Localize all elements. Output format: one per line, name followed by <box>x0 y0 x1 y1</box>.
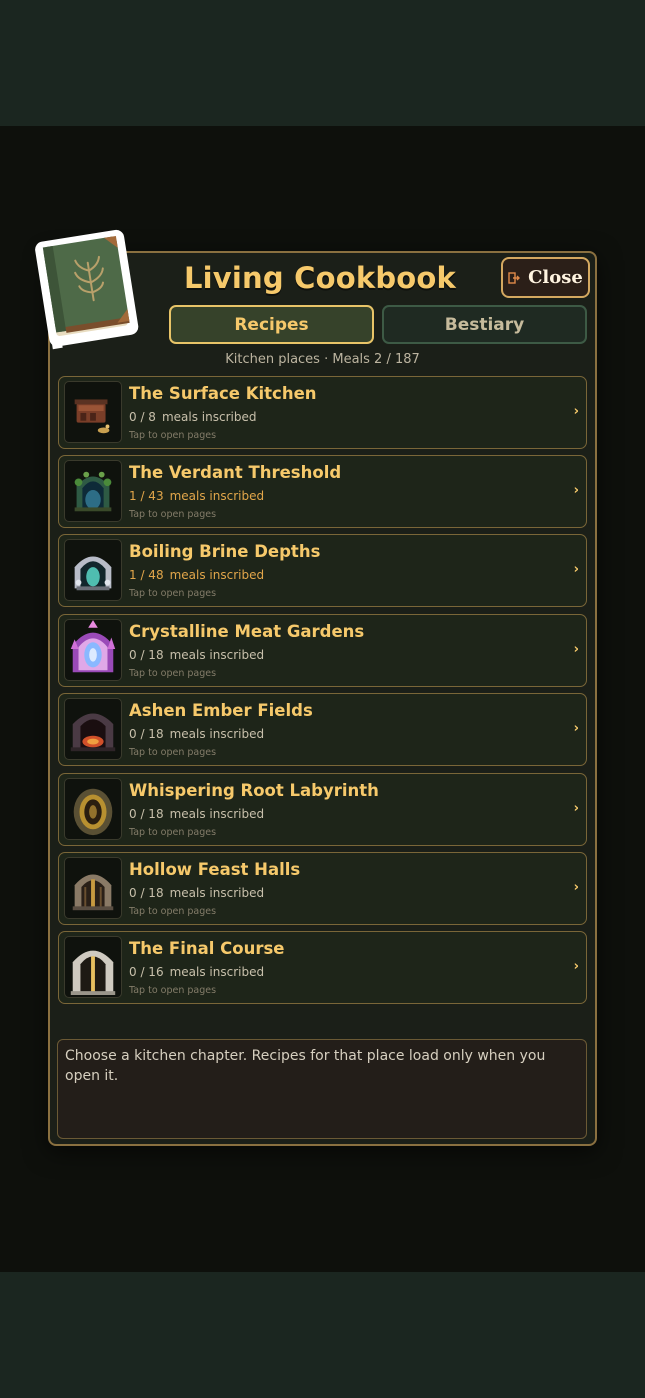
ashen-ember-thumbnail <box>64 698 122 760</box>
chapter-title: Ashen Ember Fields <box>129 701 313 720</box>
exit-icon <box>508 271 521 284</box>
open-hint: Tap to open pages <box>129 509 217 520</box>
chevron-right-icon: › <box>573 642 579 657</box>
bottom-band <box>0 1272 645 1398</box>
chevron-right-icon: › <box>573 959 579 974</box>
top-band <box>0 0 645 126</box>
close-label: Close <box>528 267 583 288</box>
chevron-right-icon: › <box>573 562 579 577</box>
chapter-title: Crystalline Meat Gardens <box>129 622 365 641</box>
meal-count: 0 / 18 meals inscribed <box>129 807 265 821</box>
chapter-row-whispering-root[interactable]: Whispering Root Labyrinth 0 / 18 meals in… <box>58 773 587 846</box>
open-hint: Tap to open pages <box>129 668 217 679</box>
chapter-title: Whispering Root Labyrinth <box>129 781 379 800</box>
final-course-thumbnail <box>64 936 122 998</box>
chapter-row-verdant-threshold[interactable]: The Verdant Threshold 1 / 43 meals inscri… <box>58 455 587 528</box>
chevron-right-icon: › <box>573 721 579 736</box>
meal-count: 1 / 48 meals inscribed <box>129 568 265 582</box>
chapter-title: The Surface Kitchen <box>129 384 317 403</box>
progress-subtitle: Kitchen places · Meals 2 / 187 <box>225 352 420 367</box>
hollow-feast-thumbnail <box>64 857 122 919</box>
page-title: Living Cookbook <box>183 261 457 295</box>
whispering-root-thumbnail <box>64 778 122 840</box>
open-hint: Tap to open pages <box>129 985 217 996</box>
surface-kitchen-thumbnail <box>64 381 122 443</box>
meal-count: 0 / 18 meals inscribed <box>129 727 265 741</box>
chapter-title: Boiling Brine Depths <box>129 542 321 561</box>
boiling-brine-thumbnail <box>64 539 122 601</box>
open-hint: Tap to open pages <box>129 827 217 838</box>
tab-recipes[interactable]: Recipes <box>169 305 374 344</box>
meal-count: 1 / 43 meals inscribed <box>129 489 265 503</box>
chevron-right-icon: › <box>573 483 579 498</box>
chevron-right-icon: › <box>573 404 579 419</box>
chapter-row-crystalline-gardens[interactable]: Crystalline Meat Gardens 0 / 18 meals ins… <box>58 614 587 687</box>
chapter-row-surface-kitchen[interactable]: The Surface Kitchen 0 / 8 meals inscribed… <box>58 376 587 449</box>
meal-count: 0 / 18 meals inscribed <box>129 648 265 662</box>
open-hint: Tap to open pages <box>129 430 217 441</box>
verdant-threshold-thumbnail <box>64 460 122 522</box>
chapter-row-boiling-brine[interactable]: Boiling Brine Depths 1 / 48 meals inscrib… <box>58 534 587 607</box>
chapter-title: The Verdant Threshold <box>129 463 342 482</box>
open-hint: Tap to open pages <box>129 906 217 917</box>
chevron-right-icon: › <box>573 880 579 895</box>
close-button[interactable]: Close <box>501 257 590 298</box>
open-hint: Tap to open pages <box>129 747 217 758</box>
info-message: Choose a kitchen chapter. Recipes for th… <box>57 1039 587 1139</box>
chevron-right-icon: › <box>573 801 579 816</box>
tab-bestiary[interactable]: Bestiary <box>382 305 587 344</box>
chapter-title: The Final Course <box>129 939 285 958</box>
cookbook-icon <box>35 229 139 350</box>
meal-count: 0 / 16 meals inscribed <box>129 965 265 979</box>
chapter-row-ashen-ember[interactable]: Ashen Ember Fields 0 / 18 meals inscribed… <box>58 693 587 766</box>
open-hint: Tap to open pages <box>129 588 217 599</box>
crystalline-gardens-thumbnail <box>64 619 122 681</box>
chapter-row-final-course[interactable]: The Final Course 0 / 16 meals inscribed T… <box>58 931 587 1004</box>
chapter-row-hollow-feast[interactable]: Hollow Feast Halls 0 / 18 meals inscribed… <box>58 852 587 925</box>
chapter-title: Hollow Feast Halls <box>129 860 301 879</box>
meal-count: 0 / 18 meals inscribed <box>129 886 265 900</box>
meal-count: 0 / 8 meals inscribed <box>129 410 257 424</box>
